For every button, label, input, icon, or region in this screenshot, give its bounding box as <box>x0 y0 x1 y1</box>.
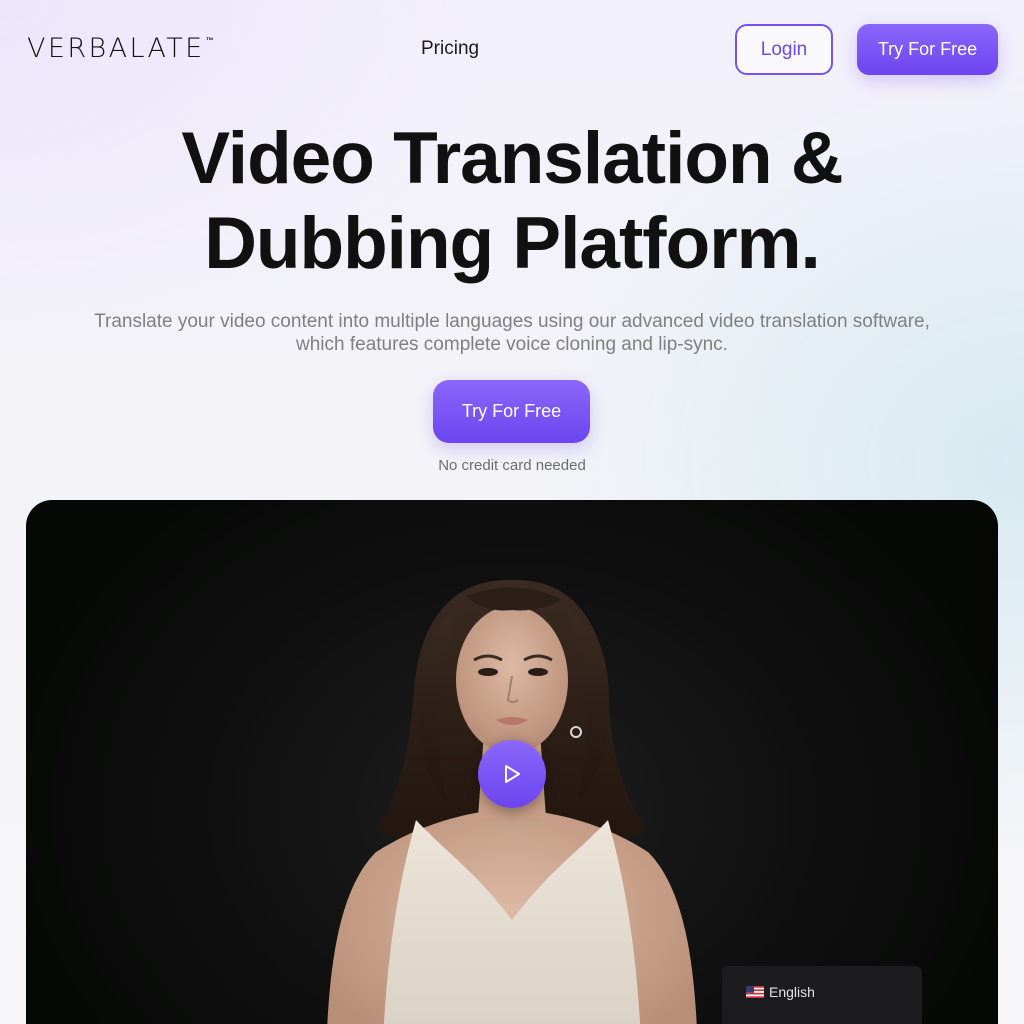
hero-subtitle: Translate your video content into multip… <box>94 311 930 355</box>
site-header: VERBALATE ™ Pricing Login Try For Free <box>0 0 1024 100</box>
login-button[interactable]: Login <box>735 24 833 75</box>
language-selector[interactable]: English <box>722 966 922 1024</box>
header-try-for-free-button[interactable]: Try For Free <box>857 24 998 75</box>
play-icon <box>505 765 520 783</box>
verbalate-logo[interactable]: VERBALATE ™ <box>27 33 214 65</box>
no-credit-card-note: No credit card needed <box>438 457 586 474</box>
hero-title-line-2: Dubbing Platform. <box>204 203 821 284</box>
play-button[interactable] <box>478 740 546 808</box>
language-label: English <box>769 984 815 1000</box>
hero-title: Video Translation & Dubbing Platform. <box>0 116 1024 286</box>
nav-link-pricing[interactable]: Pricing <box>421 37 479 61</box>
us-flag-icon <box>746 986 764 998</box>
hero-title-line-1: Video Translation & <box>181 118 843 199</box>
hero-try-for-free-button[interactable]: Try For Free <box>433 380 590 443</box>
logo-wordmark: VERBALATE <box>27 33 205 64</box>
logo-trademark: ™ <box>205 36 214 45</box>
